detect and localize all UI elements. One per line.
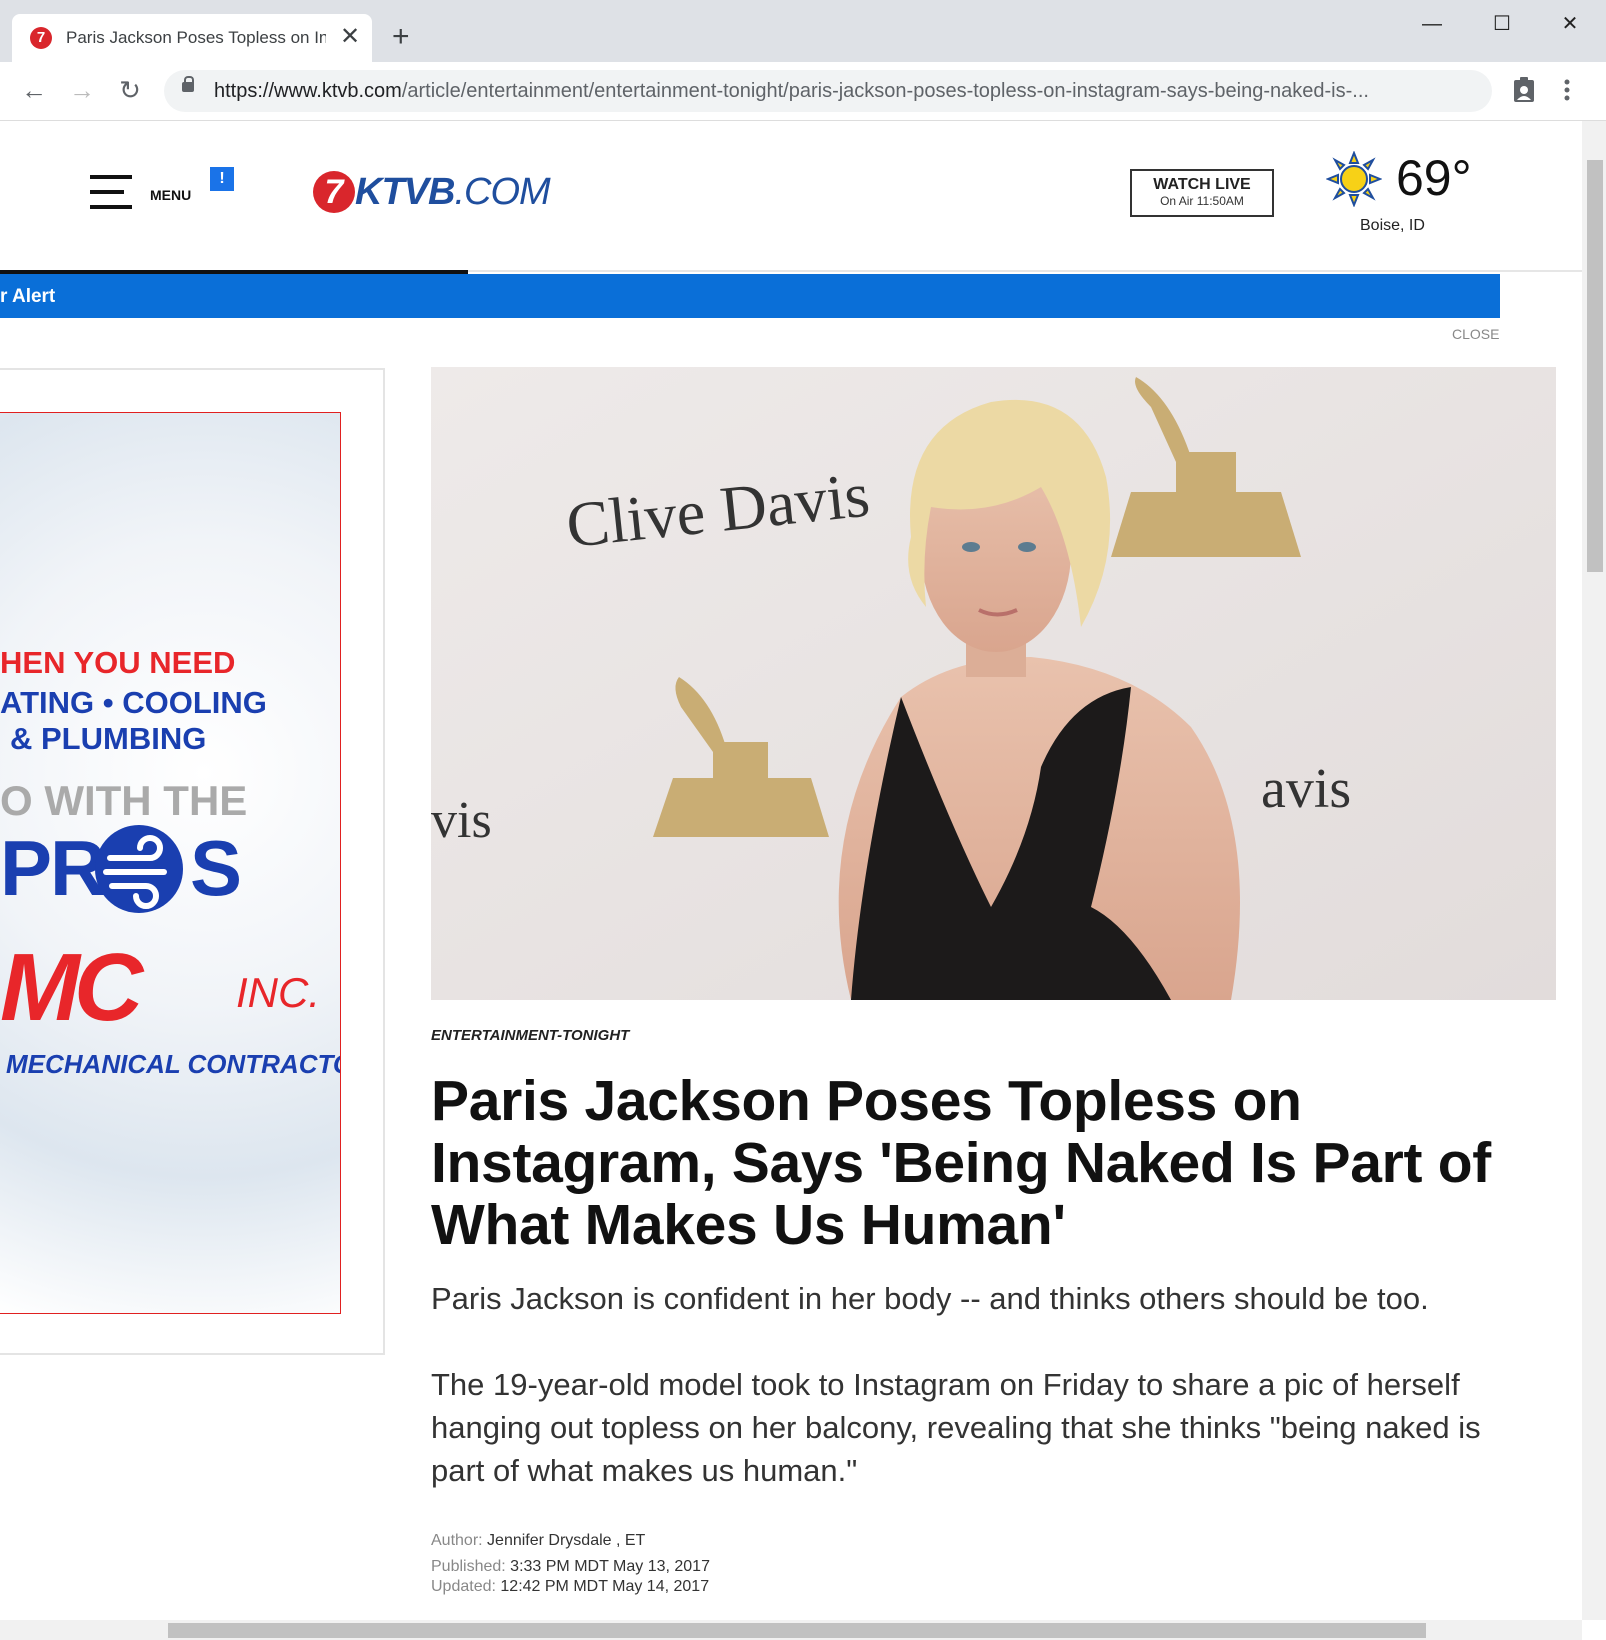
article-updated: Updated: 12:42 PM MDT May 14, 2017 <box>431 1578 709 1596</box>
article-author: Author: Jennifer Drysdale , ET <box>431 1532 645 1550</box>
forward-arrow-icon[interactable]: → <box>64 72 100 108</box>
lock-icon <box>182 76 194 92</box>
ad-tagline: MECHANICAL CONTRACTOR <box>6 1049 341 1079</box>
vertical-scroll-thumb[interactable] <box>1587 160 1603 572</box>
ad-line-3: & PLUMBING <box>10 721 207 756</box>
article-published: Published: 3:33 PM MDT May 13, 2017 <box>431 1558 710 1576</box>
ad-brand: MC <box>0 934 143 1041</box>
ad-line-4: O WITH THE <box>0 777 248 824</box>
author-label: Author: <box>431 1532 483 1549</box>
ad-pros-right: S <box>190 824 243 912</box>
watch-live-label: WATCH LIVE <box>1153 176 1251 193</box>
updated-date: 12:42 PM MDT May 14, 2017 <box>500 1578 710 1595</box>
browser-titlebar: 7 Paris Jackson Poses Topless on Instagr… <box>0 0 1606 62</box>
hamburger-menu-icon[interactable] <box>90 175 132 209</box>
tab-close-icon[interactable]: ✕ <box>340 22 360 52</box>
ad-brand-inc: INC. <box>236 969 320 1016</box>
ktvb-logo-seven-icon[interactable]: 7 <box>313 171 355 213</box>
weather-city: Boise, ID <box>1360 217 1425 234</box>
alert-banner[interactable]: r Alert <box>0 274 1500 318</box>
back-arrow-icon[interactable]: ← <box>16 72 52 108</box>
author-name: Jennifer Drysdale , ET <box>487 1532 646 1549</box>
ktvb-favicon-icon: 7 <box>30 27 52 49</box>
watch-live-button[interactable]: WATCH LIVE On Air 11:50AM <box>1130 169 1274 217</box>
web-page: MENU ! 7 KTVB.COM WATCH LIVE On Air 11:5… <box>0 121 1582 1620</box>
profile-clipboard-icon[interactable] <box>1512 76 1536 104</box>
backdrop-text-left: vis <box>431 792 492 849</box>
scroll-progress-track <box>468 270 1582 272</box>
url-text: https://www.ktvb.com/article/entertainme… <box>214 80 1474 103</box>
article-paragraph-1: Paris Jackson is confident in her body -… <box>431 1281 1429 1316</box>
logo-rest: .COM <box>454 171 550 213</box>
advertisement[interactable]: HEN YOU NEED ATING • COOLING & PLUMBING … <box>0 412 341 1314</box>
menu-label[interactable]: MENU <box>150 187 191 203</box>
kebab-menu-icon[interactable] <box>1562 76 1572 104</box>
article-headline: Paris Jackson Poses Topless on Instagram… <box>431 1069 1491 1257</box>
tab-title: Paris Jackson Poses Topless on Instagram <box>66 28 326 47</box>
url-host: https://www.ktvb.com <box>214 80 402 102</box>
hero-photo[interactable]: Clive Davis vis avis <box>431 367 1556 1000</box>
new-tab-button[interactable]: + <box>392 20 410 54</box>
ad-pros-left: PR <box>0 824 106 912</box>
url-path: /article/entertainment/entertainment-ton… <box>401 80 1369 102</box>
reload-icon[interactable]: ↻ <box>112 72 148 108</box>
maximize-button[interactable]: ☐ <box>1472 8 1532 40</box>
alert-badge[interactable]: ! <box>210 167 234 191</box>
wind-logo-icon <box>92 822 186 916</box>
on-air-time: On Air 11:50AM <box>1160 194 1244 208</box>
browser-tab[interactable]: 7 Paris Jackson Poses Topless on Instagr… <box>12 14 372 62</box>
logo-bold: KTVB <box>355 171 455 213</box>
address-bar[interactable]: https://www.ktvb.com/article/entertainme… <box>164 70 1492 112</box>
article-category[interactable]: ENTERTAINMENT-TONIGHT <box>431 1027 629 1044</box>
backdrop-text-right: avis <box>1261 758 1351 820</box>
close-alert-button[interactable]: CLOSE <box>1452 326 1499 342</box>
article-paragraph-2: The 19-year-old model took to Instagram … <box>431 1367 1481 1488</box>
alert-text: r Alert <box>0 286 56 307</box>
updated-label: Updated: <box>431 1578 496 1595</box>
ad-line-2: ATING • COOLING <box>0 685 267 720</box>
ad-line-1: HEN YOU NEED <box>0 645 236 680</box>
sun-weather-icon[interactable] <box>1325 150 1383 208</box>
close-window-button[interactable]: ✕ <box>1540 8 1600 40</box>
published-date: 3:33 PM MDT May 13, 2017 <box>510 1558 710 1575</box>
ktvb-logo[interactable]: KTVB.COM <box>355 171 551 214</box>
browser-toolbar: ← → ↻ https://www.ktvb.com/article/enter… <box>0 62 1606 121</box>
published-label: Published: <box>431 1558 506 1575</box>
minimize-button[interactable]: — <box>1402 8 1462 40</box>
horizontal-scroll-thumb[interactable] <box>168 1623 1426 1638</box>
temperature[interactable]: 69° <box>1396 149 1472 207</box>
